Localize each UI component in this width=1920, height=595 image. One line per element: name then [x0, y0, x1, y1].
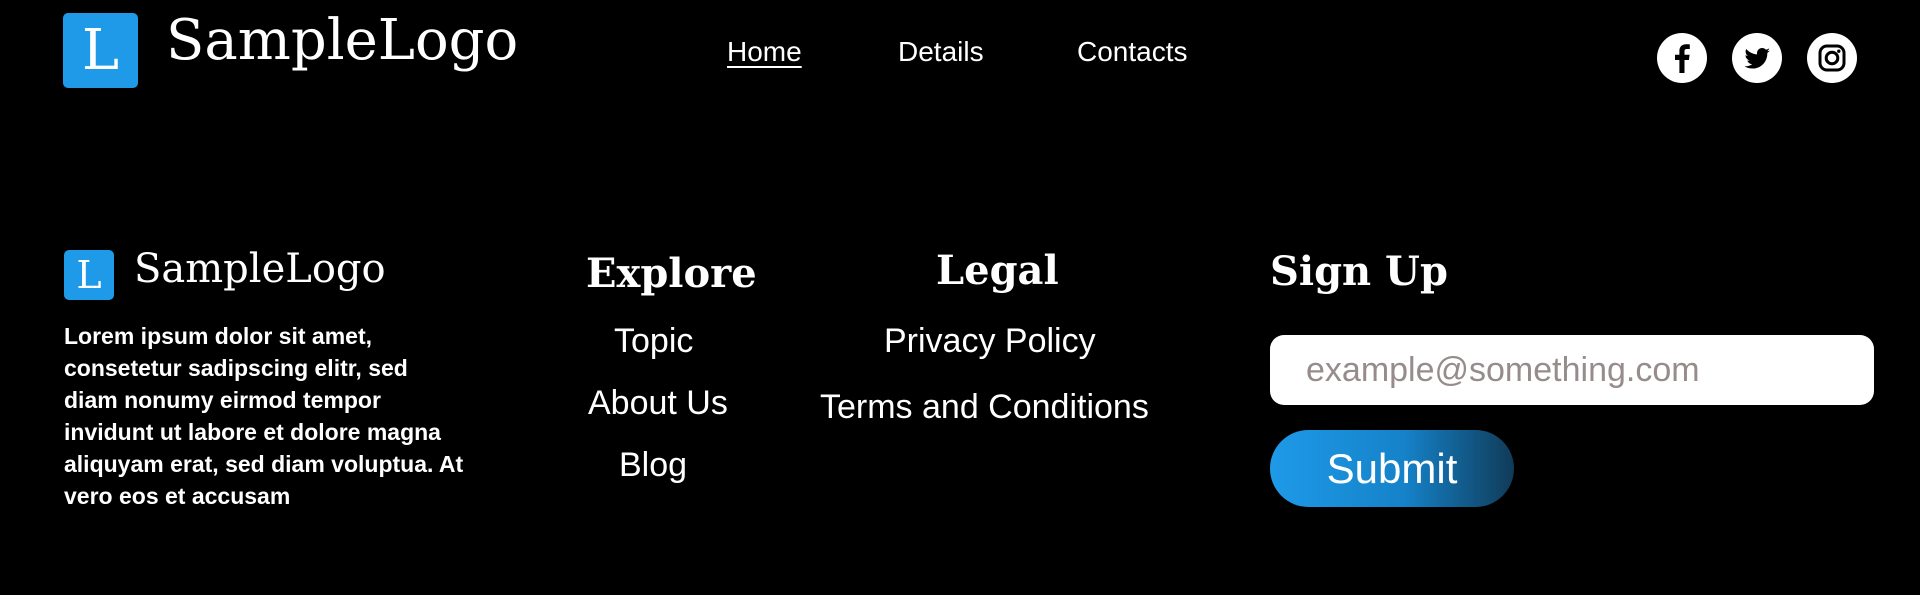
footer-logo-icon[interactable]: L [64, 250, 114, 300]
facebook-icon[interactable] [1657, 33, 1707, 83]
legal-link-privacy-policy[interactable]: Privacy Policy [884, 322, 1096, 361]
nav-contacts-link[interactable]: Contacts [1077, 36, 1188, 68]
email-input[interactable] [1270, 335, 1874, 405]
twitter-glyph [1744, 48, 1770, 69]
legal-link-terms-and-conditions[interactable]: Terms and Conditions [820, 388, 1149, 427]
header-logo-text[interactable]: SampleLogo [166, 8, 518, 73]
legal-heading: Legal [936, 247, 1059, 294]
footer-logo-text[interactable]: SampleLogo [134, 246, 386, 292]
instagram-glyph [1818, 44, 1846, 72]
signup-heading: Sign Up [1270, 248, 1448, 295]
explore-link-topic[interactable]: Topic [614, 322, 693, 361]
submit-button[interactable]: Submit [1270, 430, 1514, 507]
footer-description: Lorem ipsum dolor sit amet, consetetur s… [64, 323, 464, 509]
header-logo-letter: L [81, 18, 120, 83]
explore-link-about-us[interactable]: About Us [588, 384, 728, 423]
facebook-glyph [1675, 44, 1690, 73]
header-logo-icon[interactable]: L [63, 13, 138, 88]
footer-logo-letter: L [76, 253, 102, 297]
explore-heading: Explore [586, 250, 757, 297]
nav-details-link[interactable]: Details [898, 36, 984, 68]
nav-home-link[interactable]: Home [727, 36, 802, 68]
explore-link-blog[interactable]: Blog [619, 446, 687, 485]
instagram-icon[interactable] [1807, 33, 1857, 83]
twitter-icon[interactable] [1732, 33, 1782, 83]
